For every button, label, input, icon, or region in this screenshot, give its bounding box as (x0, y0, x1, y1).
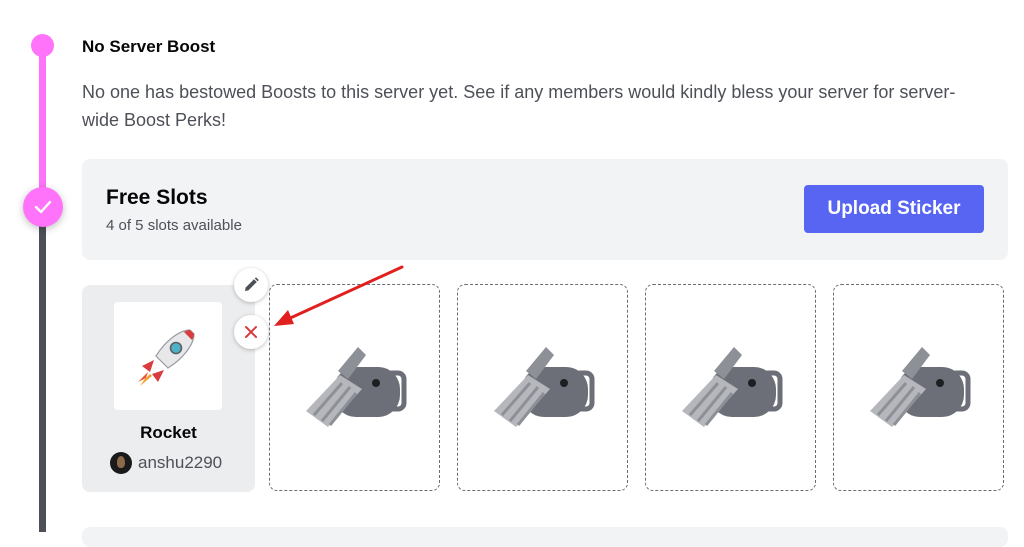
timeline-progress-line (39, 44, 46, 209)
timeline-dot (31, 34, 54, 57)
rocket-icon (136, 329, 195, 388)
next-section-box (82, 527, 1008, 547)
sticker-image (114, 302, 222, 410)
empty-sticker-slot[interactable] (833, 284, 1004, 491)
empty-sticker-slot[interactable] (457, 284, 628, 491)
remove-sticker-button[interactable] (234, 315, 268, 349)
sticker-placeholder-icon (305, 346, 406, 427)
sticker-placeholder-icon (869, 346, 970, 427)
tier-title: No Server Boost (82, 37, 216, 56)
timeline-line (39, 209, 46, 532)
tier-description: No one has bestowed Boosts to this serve… (82, 82, 956, 130)
owner-avatar (110, 452, 132, 474)
close-icon (245, 326, 257, 338)
sticker-name: Rocket (140, 423, 197, 442)
upload-sticker-button[interactable]: Upload Sticker (804, 185, 984, 233)
sticker-owner: anshu2290 (110, 452, 222, 474)
sticker-placeholder-icon (681, 346, 782, 427)
slots-available-count: 4 of 5 slots available (106, 217, 242, 234)
annotation-arrow-icon (274, 265, 404, 326)
free-slots-header: Free Slots 4 of 5 slots available Upload… (82, 159, 1008, 260)
check-icon (34, 200, 52, 214)
sticker-card[interactable]: Rocket anshu2290 (82, 285, 255, 492)
slots-title: Free Slots (106, 186, 208, 209)
edit-sticker-button[interactable] (234, 268, 268, 302)
owner-username: anshu2290 (138, 453, 223, 472)
pencil-icon (245, 277, 259, 291)
timeline-checkmark (23, 187, 63, 227)
empty-sticker-slot[interactable] (645, 284, 816, 491)
sticker-placeholder-icon (493, 346, 594, 427)
